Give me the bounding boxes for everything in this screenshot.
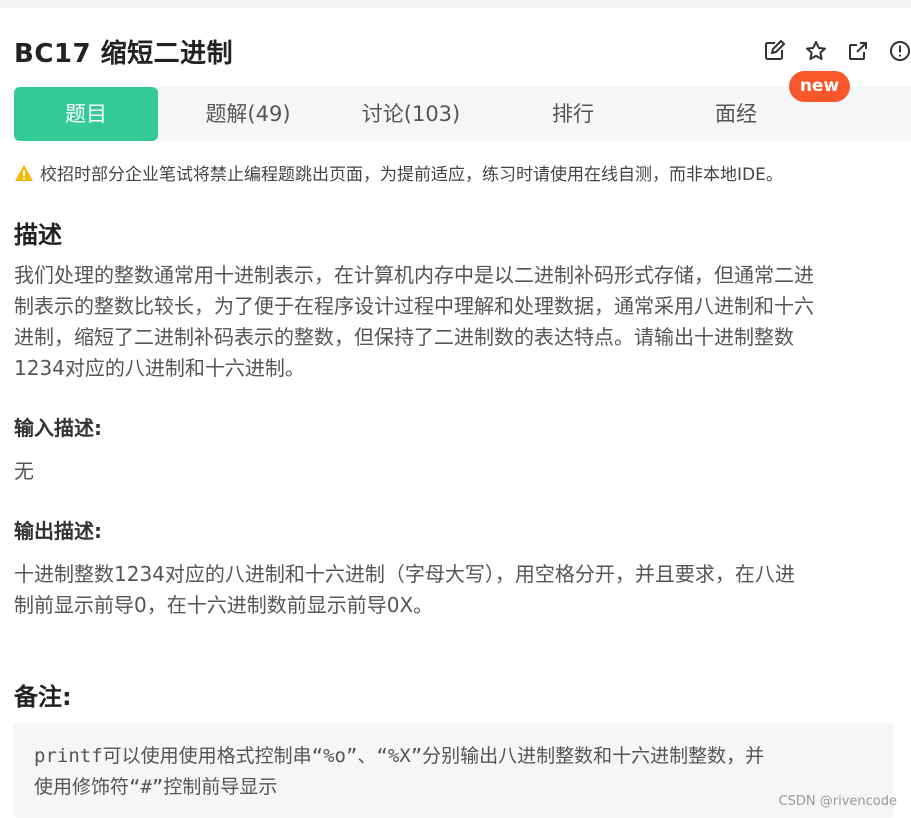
description-line: 我们处理的整数通常用十进制表示，在计算机内存中是以二进制补码形式存储，但通常二进: [14, 263, 814, 287]
output-line: 制前显示前导0，在十六进制数前显示前导0X。: [14, 593, 434, 617]
tab-bar: 题目 题解(49) 讨论(103) 排行 面经: [14, 87, 911, 141]
note-heading: 备注:: [14, 683, 72, 711]
title-actions: [763, 40, 911, 62]
star-icon[interactable]: [805, 40, 827, 62]
new-badge: new: [789, 71, 850, 102]
description-line: 1234对应的八进制和十六进制。: [14, 356, 305, 380]
description-line: 进制，缩短了二进制补码表示的整数，但保持了二进制数的表达特点。请输出十进制整数: [14, 325, 794, 349]
edit-icon[interactable]: [763, 40, 785, 62]
output-body: 十进制整数1234对应的八进制和十六进制（字母大写），用空格分开，并且要求，在八…: [14, 559, 899, 621]
note-box: printf可以使用使用格式控制串“%o”、“%X”分别输出八进制整数和十六进制…: [14, 723, 894, 818]
warning-icon: [15, 164, 33, 181]
tab-solutions[interactable]: 题解(49): [176, 87, 320, 141]
note-body: printf可以使用使用格式控制串“%o”、“%X”分别输出八进制整数和十六进制…: [34, 741, 879, 803]
output-heading: 输出描述:: [14, 519, 102, 543]
title-row: BC17 缩短二进制: [14, 34, 911, 74]
watermark: CSDN @rivencode: [778, 794, 897, 809]
note-line: 使用修饰符“#”控制前导显示: [34, 776, 278, 798]
tab-ranking[interactable]: 排行: [501, 87, 645, 141]
tab-discussion[interactable]: 讨论(103): [339, 87, 483, 141]
input-heading: 输入描述:: [14, 416, 102, 440]
warning-text: 校招时部分企业笔试将禁止编程题跳出页面，为提前适应，练习时请使用在线自测，而非本…: [40, 165, 783, 185]
share-icon[interactable]: [847, 40, 869, 62]
description-heading: 描述: [14, 221, 62, 249]
description-body: 我们处理的整数通常用十进制表示，在计算机内存中是以二进制补码形式存储，但通常二进…: [14, 260, 899, 384]
note-line: printf可以使用使用格式控制串“%o”、“%X”分别输出八进制整数和十六进制…: [34, 745, 765, 767]
report-icon[interactable]: [889, 40, 911, 62]
exam-warning: 校招时部分企业笔试将禁止编程题跳出页面，为提前适应，练习时请使用在线自测，而非本…: [14, 160, 783, 185]
input-text: 无: [14, 459, 34, 483]
top-bar: [0, 0, 911, 8]
description-line: 制表示的整数比较长，为了便于在程序设计过程中理解和处理数据，通常采用八进制和十六: [14, 294, 814, 318]
tab-interview[interactable]: 面经: [664, 87, 808, 141]
tab-problem[interactable]: 题目: [14, 87, 158, 141]
output-line: 十进制整数1234对应的八进制和十六进制（字母大写），用空格分开，并且要求，在八…: [14, 562, 795, 586]
